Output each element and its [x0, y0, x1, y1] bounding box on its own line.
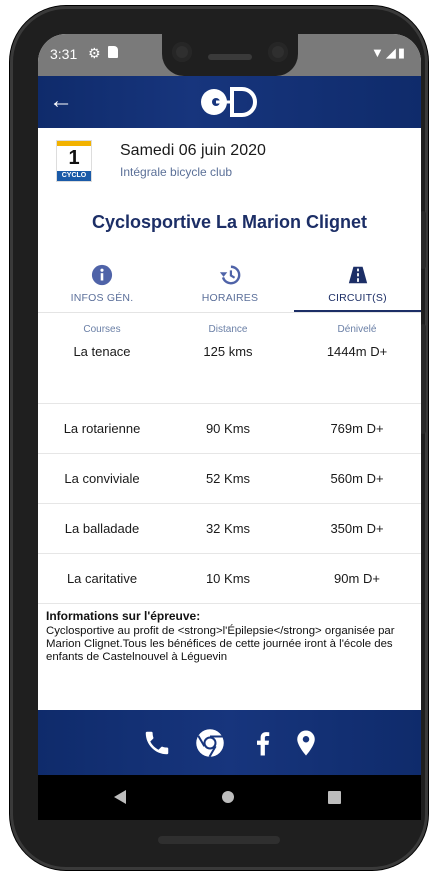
arrow-left-icon[interactable]: ←: [48, 88, 74, 114]
facebook-icon[interactable]: [248, 728, 278, 758]
table-row[interactable]: La conviviale 52 Kms 560m D+: [38, 454, 421, 504]
map-pin-icon[interactable]: [291, 728, 321, 758]
system-nav-bar: [38, 775, 421, 820]
road-icon: [348, 266, 367, 284]
event-date: Samedi 06 juin 2020: [120, 142, 266, 159]
column-header: Dénivelé: [337, 324, 377, 335]
category-badge-stripe: [57, 141, 91, 146]
tab-horaires[interactable]: HORAIRES: [166, 260, 294, 312]
category-number: 1: [68, 147, 80, 169]
status-time: 3:31: [50, 46, 78, 62]
front-camera-icon: [268, 42, 288, 62]
history-icon: [219, 265, 241, 285]
table-row[interactable]: La balladade 32 Kms 350m D+: [38, 504, 421, 554]
course-distance: 90 Kms: [205, 421, 251, 436]
courses-table: Courses Distance Dénivelé La tenace 125 …: [38, 324, 421, 604]
sd-card-icon: [108, 46, 118, 58]
info-body: Cyclosportive au profit de <strong>l'Épi…: [46, 625, 395, 663]
device-frame: 3:31 ⚙ ▼◢▮ ← 1 CYCLO Samedi 06 juin 2020…: [10, 6, 428, 870]
course-elevation: 769m D+: [330, 421, 384, 436]
tab-bar: INFOS GÉN. HORAIRES CIRCUIT(S): [38, 260, 421, 313]
contact-footer: [38, 710, 421, 775]
course-distance: 10 Kms: [205, 571, 251, 586]
settings-icon: ⚙: [88, 45, 101, 61]
camera-notch: [162, 34, 298, 76]
event-header: 1 CYCLO Samedi 06 juin 2020 Intégrale bi…: [38, 128, 421, 192]
bottom-speaker: [158, 836, 280, 844]
tab-label: INFOS GÉN.: [70, 292, 134, 304]
app-logo: [198, 86, 262, 123]
table-row[interactable]: La tenace 125 kms 1444m D+: [38, 342, 421, 404]
app-header: ←: [38, 76, 421, 128]
course-elevation: 90m D+: [334, 571, 380, 586]
chrome-icon[interactable]: [195, 728, 225, 758]
event-info: Informations sur l'épreuve: Cyclosportiv…: [46, 610, 416, 664]
screen: 3:31 ⚙ ▼◢▮ ← 1 CYCLO Samedi 06 juin 2020…: [38, 34, 421, 820]
status-bar: 3:31 ⚙ ▼◢▮: [38, 34, 421, 76]
course-name: La balladade: [64, 521, 140, 536]
signal-wifi-battery-icon: ▼◢▮: [370, 45, 407, 60]
phone-icon[interactable]: [142, 728, 172, 758]
event-title: Cyclosportive La Marion Clignet: [91, 212, 368, 232]
column-header: Courses: [83, 324, 121, 335]
tab-label: CIRCUIT(S): [328, 292, 387, 304]
info-icon: [91, 264, 113, 286]
tab-circuits[interactable]: CIRCUIT(S): [294, 260, 421, 312]
course-name: La conviviale: [64, 471, 140, 486]
nav-recents-icon[interactable]: [328, 791, 341, 804]
course-name: La tenace: [73, 344, 131, 359]
nav-home-icon[interactable]: [222, 791, 234, 803]
category-label: CYCLO: [57, 171, 91, 181]
course-distance: 32 Kms: [205, 521, 251, 536]
event-club: Intégrale bicycle club: [120, 165, 233, 179]
course-distance: 52 Kms: [205, 471, 251, 486]
nav-back-icon[interactable]: [114, 790, 126, 804]
tab-infos[interactable]: INFOS GÉN.: [38, 260, 166, 312]
earpiece-speaker: [208, 54, 252, 60]
table-row[interactable]: La rotarienne 90 Kms 769m D+: [38, 404, 421, 454]
course-name: La caritative: [66, 571, 138, 586]
course-elevation: 350m D+: [330, 521, 384, 536]
course-distance: 125 kms: [203, 344, 253, 359]
course-name: La rotarienne: [63, 421, 141, 436]
table-row[interactable]: La caritative 10 Kms 90m D+: [38, 554, 421, 604]
course-elevation: 560m D+: [330, 471, 384, 486]
column-header: Distance: [208, 324, 248, 335]
tab-label: HORAIRES: [201, 292, 259, 304]
course-elevation: 1444m D+: [326, 344, 388, 359]
front-camera-icon: [172, 42, 192, 62]
category-badge: 1 CYCLO: [56, 140, 92, 182]
info-heading: Informations sur l'épreuve:: [46, 609, 201, 623]
table-header: Courses Distance Dénivelé: [38, 324, 421, 342]
